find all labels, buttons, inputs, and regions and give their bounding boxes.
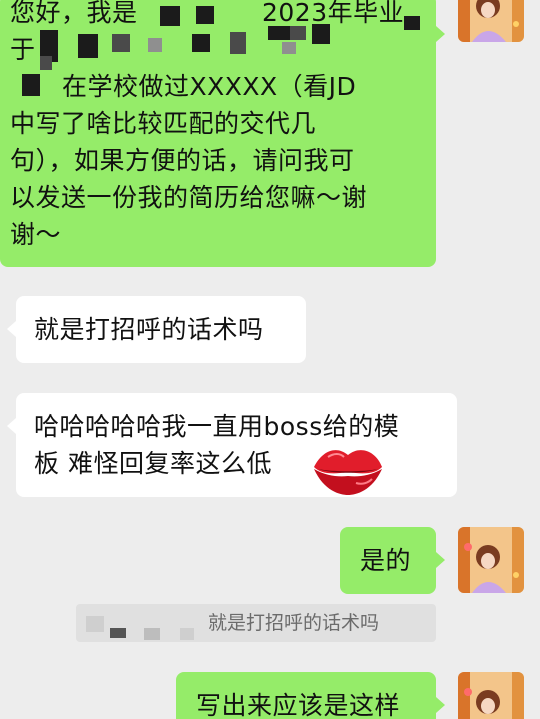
message-text: 就是打招呼的话术吗 (34, 315, 264, 344)
message-text: 是的 (360, 546, 412, 575)
redaction-mosaic (0, 0, 436, 114)
user-avatar[interactable] (458, 527, 524, 593)
message-bubble-greeting-question[interactable]: 就是打招呼的话术吗 (16, 296, 306, 363)
bubble-tail (7, 418, 16, 434)
quote-text: 就是打招呼的话术吗 (208, 612, 380, 634)
bubble-tail (436, 552, 445, 568)
bubble-tail (7, 321, 16, 337)
message-bubble-example[interactable]: 写出来应该是这样 (176, 672, 436, 719)
user-avatar-icon (458, 0, 524, 42)
message-line: 以发送一份我的简历给您嘛～谢 (10, 183, 368, 212)
message-bubble-confirm[interactable]: 是的 (340, 527, 436, 594)
message-line: 句），如果方便的话，请问我可 (10, 146, 355, 175)
message-line: 哈哈哈哈哈我一直用boss给的模 (34, 412, 400, 441)
message-bubble-intro[interactable]: 您好，我是 2023年毕业 于 在学校做过XXXXX（看JD 中写了啥比较匹配的… (0, 0, 436, 267)
bubble-tail (436, 697, 445, 713)
user-avatar[interactable] (458, 0, 524, 42)
user-avatar[interactable] (458, 672, 524, 719)
message-line: 板 难怪回复率这么低 (34, 449, 272, 478)
message-line: 谢～ (10, 220, 62, 249)
quote-sender-redaction (76, 604, 196, 642)
message-text: 写出来应该是这样 (196, 691, 401, 719)
red-lips-sticker (310, 441, 386, 499)
bubble-tail (436, 26, 445, 42)
user-avatar-icon (458, 527, 524, 593)
user-avatar-icon (458, 672, 524, 719)
quoted-message[interactable]: 就是打招呼的话术吗 (76, 604, 436, 642)
message-bubble-template-reply[interactable]: 哈哈哈哈哈我一直用boss给的模 板 难怪回复率这么低 (16, 393, 457, 497)
